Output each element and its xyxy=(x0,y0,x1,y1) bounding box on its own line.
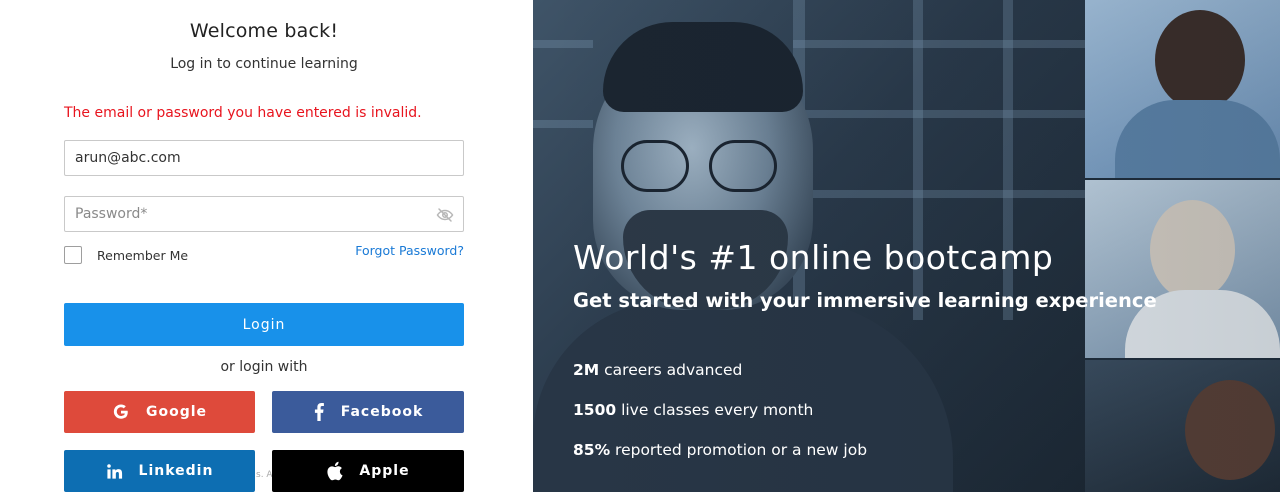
remember-me: Remember Me xyxy=(64,246,188,264)
linkedin-login-button[interactable]: Linkedin xyxy=(64,450,255,492)
stat-promotion: 85% reported promotion or a new job xyxy=(573,441,867,459)
google-login-button[interactable]: Google xyxy=(64,391,255,433)
email-field-wrapper xyxy=(64,140,464,176)
forgot-password-link[interactable]: Forgot Password? xyxy=(355,243,464,258)
error-message: The email or password you have entered i… xyxy=(64,105,422,121)
password-field-wrapper xyxy=(64,196,464,232)
linkedin-label: Linkedin xyxy=(138,463,214,479)
hero-panel: World's #1 online bootcamp Get started w… xyxy=(533,0,1280,492)
remember-me-checkbox[interactable] xyxy=(64,246,82,264)
stat-text: careers advanced xyxy=(599,361,743,379)
hero-title: World's #1 online bootcamp xyxy=(573,238,1054,277)
stat-value: 85% xyxy=(573,441,611,459)
linkedin-icon xyxy=(106,463,122,479)
facebook-icon xyxy=(314,403,324,421)
apple-login-button[interactable]: Apple xyxy=(272,450,464,492)
google-label: Google xyxy=(145,404,208,420)
page-title: Welcome back! xyxy=(189,20,339,42)
hero-subtitle: Get started with your immersive learning… xyxy=(573,289,1157,312)
apple-label: Apple xyxy=(359,463,410,479)
facebook-login-button[interactable]: Facebook xyxy=(272,391,464,433)
apple-icon xyxy=(327,461,343,481)
stat-value: 1500 xyxy=(573,401,617,419)
stat-value: 2M xyxy=(573,361,600,379)
email-field[interactable] xyxy=(65,141,463,175)
eye-slash-icon[interactable] xyxy=(436,206,454,224)
page-subtitle: Log in to continue learning xyxy=(170,56,358,72)
partially-hidden-text: s. A xyxy=(256,470,273,480)
google-icon xyxy=(113,404,128,419)
stat-text: reported promotion or a new job xyxy=(610,441,868,459)
or-login-with-label: or login with xyxy=(220,359,308,375)
facebook-label: Facebook xyxy=(340,404,424,420)
stat-classes: 1500 live classes every month xyxy=(573,401,813,419)
login-button[interactable]: Login xyxy=(64,303,464,346)
stat-careers: 2M careers advanced xyxy=(573,361,742,379)
stat-text: live classes every month xyxy=(616,401,814,419)
login-panel: Welcome back! Log in to continue learnin… xyxy=(0,0,533,492)
remember-me-label: Remember Me xyxy=(97,247,189,263)
password-field[interactable] xyxy=(65,197,463,231)
